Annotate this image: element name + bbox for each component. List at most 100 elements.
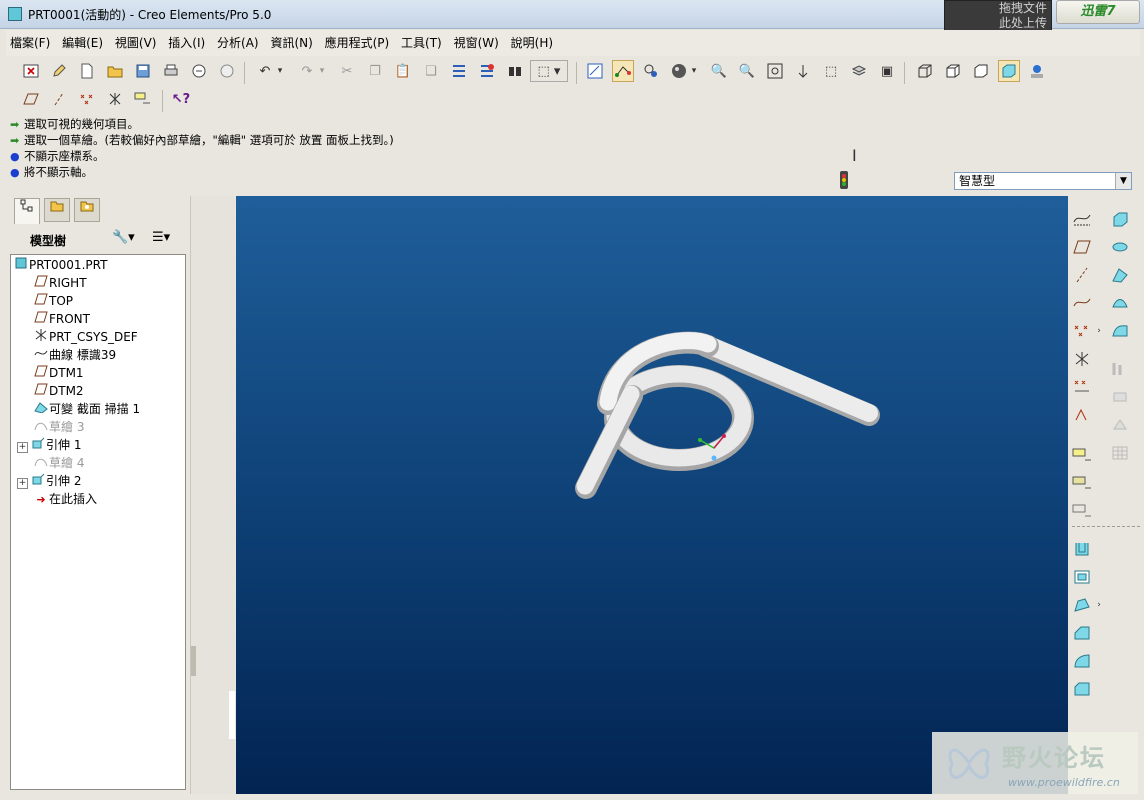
blend-tool-icon[interactable] <box>1108 292 1132 314</box>
tab-model-tree[interactable] <box>14 198 40 224</box>
note-tool-icon[interactable] <box>1070 444 1094 466</box>
inherit-tool-icon[interactable] <box>1070 404 1094 426</box>
menu-edit[interactable]: 編輯(E) <box>58 30 107 56</box>
sketch-tool-icon[interactable] <box>1070 208 1094 230</box>
selection-filter-select[interactable]: 智慧型 ▼ <box>954 172 1132 190</box>
cut-icon[interactable]: ✂ <box>336 60 358 82</box>
datum-axis-tool-icon[interactable] <box>1070 264 1094 286</box>
expand-icon[interactable]: + <box>17 442 28 453</box>
chevron-down-icon[interactable]: ▾ <box>316 60 328 82</box>
selection-box-icon[interactable]: ⬚ ▾ <box>530 60 568 82</box>
tree-node-part[interactable]: PRT0001.PRT <box>13 256 107 274</box>
collapse-handle[interactable] <box>191 646 196 676</box>
tree-node-dtm1[interactable]: DTM1 <box>33 364 84 382</box>
tree-node-top[interactable]: TOP <box>33 292 73 310</box>
email-icon[interactable] <box>188 60 210 82</box>
chevron-down-icon[interactable]: ▾ <box>688 60 700 82</box>
xunlei-button[interactable]: 迅雷7 <box>1056 0 1140 24</box>
menu-view[interactable]: 視圖(V) <box>111 30 161 56</box>
tree-node-sweep[interactable]: 可變 截面 掃描 1 <box>33 400 140 418</box>
grid-tool-icon[interactable] <box>1108 442 1132 464</box>
chamfer-tool-icon[interactable] <box>1070 678 1094 700</box>
round-tool-icon[interactable] <box>1070 622 1094 644</box>
layers-icon[interactable] <box>848 60 870 82</box>
shaded-icon[interactable] <box>998 60 1020 82</box>
new-file-icon[interactable] <box>76 60 98 82</box>
redo-icon[interactable]: ↷ <box>296 60 318 82</box>
datum-point-tool-icon[interactable] <box>1070 320 1094 342</box>
tree-node-insert-here[interactable]: ➜ 在此插入 <box>33 490 97 508</box>
zoom-fit-icon[interactable] <box>764 60 786 82</box>
annotation-display-icon[interactable] <box>132 88 154 110</box>
sweep-tool-icon[interactable] <box>1108 264 1132 286</box>
shell-tool-icon[interactable] <box>1070 538 1094 560</box>
tree-node-csys[interactable]: PRT_CSYS_DEF <box>33 328 138 346</box>
datum-point-display-icon[interactable] <box>76 88 98 110</box>
refit-icon[interactable] <box>584 60 606 82</box>
tab-favorites[interactable] <box>74 198 100 222</box>
tab-folder-browser[interactable] <box>44 198 70 222</box>
freeform-tool-icon[interactable] <box>1108 414 1132 436</box>
expand-icon[interactable]: + <box>17 478 28 489</box>
datum-axis-display-icon[interactable] <box>48 88 70 110</box>
context-help-icon[interactable]: ↖? <box>170 88 192 110</box>
style-tool-icon[interactable] <box>1108 358 1132 380</box>
tree-node-sketch-3[interactable]: 草繪 3 <box>33 418 84 436</box>
menu-help[interactable]: 說明(H) <box>507 30 557 56</box>
tree-node-front[interactable]: FRONT <box>33 310 90 328</box>
paste-special-icon[interactable]: ❑ <box>420 60 442 82</box>
sash-handle[interactable] <box>229 691 235 739</box>
menu-analysis[interactable]: 分析(A) <box>213 30 263 56</box>
menu-window[interactable]: 視窗(W) <box>450 30 503 56</box>
chevron-down-icon[interactable]: ▼ <box>1115 173 1131 189</box>
spin-center-icon[interactable] <box>792 60 814 82</box>
csys-tool-icon[interactable] <box>1070 348 1094 370</box>
zoom-out-icon[interactable]: 🔍 <box>736 60 758 82</box>
gtol-tool-icon[interactable] <box>1070 500 1094 522</box>
chevron-right-icon[interactable]: › <box>1094 320 1104 342</box>
close-window-icon[interactable] <box>20 60 42 82</box>
menu-tools[interactable]: 工具(T) <box>397 30 446 56</box>
chevron-right-icon[interactable]: › <box>1094 594 1104 616</box>
revolve-tool-icon[interactable] <box>1108 236 1132 258</box>
undo-icon[interactable]: ↶ <box>254 60 276 82</box>
tree-node-extrude-1[interactable]: + 引伸 1 <box>17 436 81 454</box>
tree-node-curve[interactable]: 曲線 標識39 <box>33 346 116 364</box>
find-icon[interactable] <box>504 60 526 82</box>
datum-points-toggle-icon[interactable] <box>612 60 634 82</box>
no-hidden-icon[interactable] <box>970 60 992 82</box>
regenerate-icon[interactable] <box>448 60 470 82</box>
copy-icon[interactable]: ❐ <box>364 60 386 82</box>
appearance-icon[interactable] <box>1026 60 1048 82</box>
surface-finish-tool-icon[interactable] <box>1070 472 1094 494</box>
panel-splitter[interactable] <box>190 196 235 794</box>
open-folder-icon[interactable] <box>104 60 126 82</box>
tree-columns-icon[interactable]: ☰▾ <box>152 230 170 245</box>
menu-insert[interactable]: 插入(I) <box>164 30 209 56</box>
shading-icon[interactable] <box>668 60 690 82</box>
menu-applications[interactable]: 應用程式(P) <box>321 30 394 56</box>
csys-display-icon[interactable] <box>104 88 126 110</box>
edit-icon[interactable] <box>48 60 70 82</box>
orient-icon[interactable] <box>640 60 662 82</box>
menu-info[interactable]: 資訊(N) <box>266 30 316 56</box>
upload-drop-box[interactable]: 拖拽文件 此处上传 <box>944 0 1052 34</box>
zoom-in-icon[interactable]: 🔍 <box>708 60 730 82</box>
datum-plane-display-icon[interactable] <box>20 88 42 110</box>
model-display-icon[interactable]: ▣ <box>876 60 898 82</box>
datum-curve-tool-icon[interactable] <box>1070 292 1094 314</box>
save-icon[interactable] <box>132 60 154 82</box>
paste-icon[interactable]: 📋 <box>392 60 414 82</box>
rib-tool-icon[interactable] <box>1070 566 1094 588</box>
tree-node-right[interactable]: RIGHT <box>33 274 87 292</box>
regen-manager-icon[interactable] <box>476 60 498 82</box>
hole-tool-icon[interactable] <box>1108 208 1132 230</box>
hidden-line-icon[interactable] <box>942 60 964 82</box>
tree-settings-icon[interactable]: 🔧▾ <box>112 230 135 245</box>
analysis-feature-icon[interactable] <box>1070 376 1094 398</box>
boundary-blend-tool-icon[interactable] <box>1108 320 1132 342</box>
auto-round-tool-icon[interactable] <box>1070 650 1094 672</box>
datum-plane-tool-icon[interactable] <box>1070 236 1094 258</box>
tree-node-sketch-4[interactable]: 草繪 4 <box>33 454 84 472</box>
draft-tool-icon[interactable] <box>1070 594 1094 616</box>
